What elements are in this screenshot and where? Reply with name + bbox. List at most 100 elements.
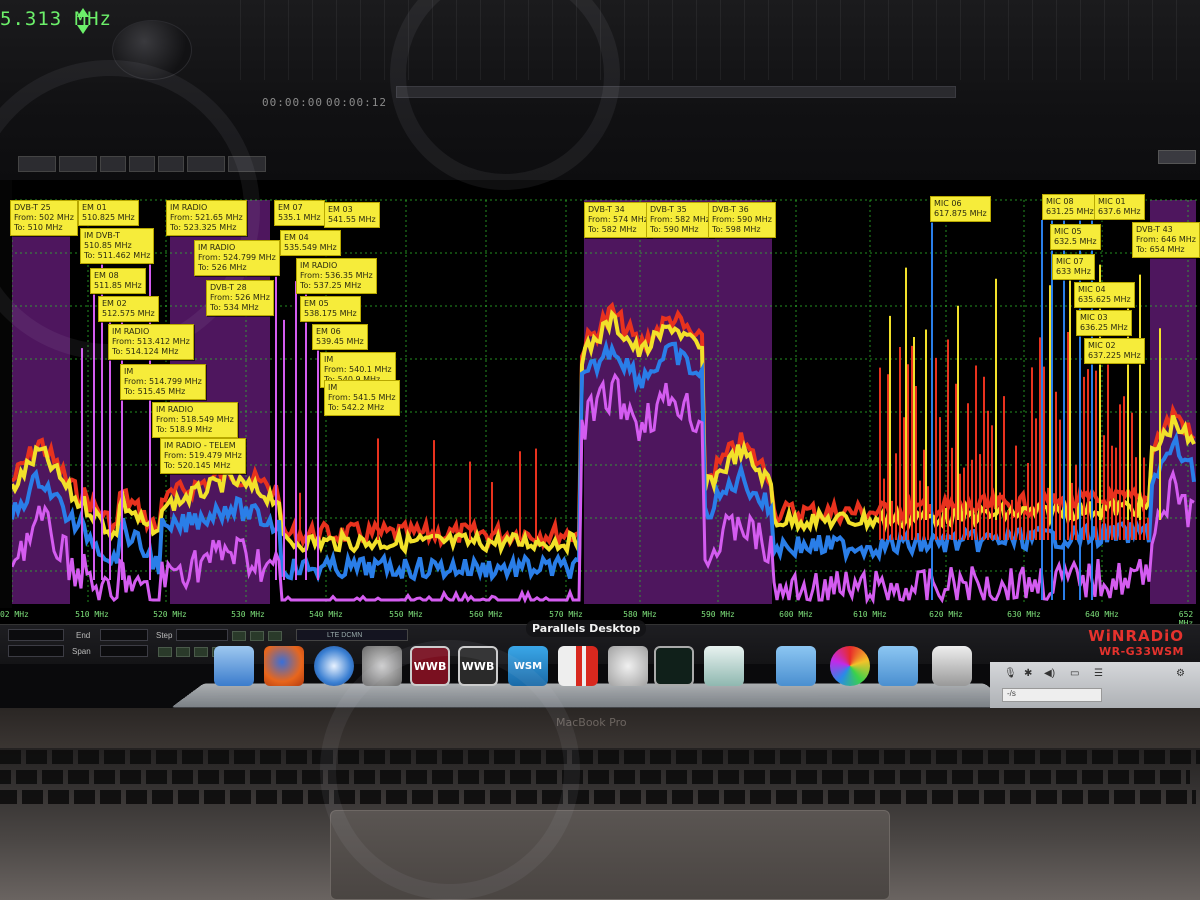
marker-text: 510.825 MHz <box>82 213 135 222</box>
marker-text: DVB-T 35 <box>650 205 687 214</box>
frequency-marker-label[interactable]: IM From: 514.799 MHz To: 515.45 MHz <box>120 364 206 400</box>
marker-text: 632.5 MHz <box>1054 237 1097 246</box>
hold-button[interactable] <box>194 647 208 657</box>
start-field[interactable] <box>8 629 64 641</box>
frequency-marker-label[interactable]: MIC 05 632.5 MHz <box>1050 224 1101 250</box>
lte-field[interactable]: LTE DCMN <box>296 629 408 641</box>
frequency-marker-label[interactable]: MIC 06 617.875 MHz <box>930 196 991 222</box>
frequency-marker-label[interactable]: EM 07 535.1 MHz <box>274 200 325 226</box>
step-field[interactable] <box>176 629 228 641</box>
frequency-readout[interactable]: 5.313 MHz <box>0 8 112 30</box>
volume-icon[interactable]: ◀) <box>1044 668 1055 679</box>
key-row <box>0 750 1200 764</box>
applications-folder-icon[interactable] <box>776 646 816 686</box>
frequency-marker-label[interactable]: IM DVB-T 510.85 MHz To: 511.462 MHz <box>80 228 155 264</box>
documents-folder-icon[interactable] <box>878 646 918 686</box>
firefox-icon[interactable] <box>264 646 304 686</box>
transport-button[interactable] <box>228 156 266 172</box>
battery-icon[interactable]: ▭ <box>1070 668 1079 679</box>
transport-button[interactable] <box>129 156 155 172</box>
marker-text: IM <box>328 383 338 392</box>
frequency-marker-label[interactable]: EM 05 538.175 MHz <box>300 296 361 322</box>
spectrum-tool-icon[interactable] <box>704 646 744 686</box>
axis-tick-label: 600 MHz <box>779 610 813 619</box>
parallels-desktop-icon[interactable] <box>558 646 598 686</box>
option-button[interactable] <box>268 631 282 641</box>
activity-monitor-icon[interactable] <box>654 646 694 686</box>
panel-toggle-button[interactable] <box>1158 150 1196 164</box>
frequency-marker-label[interactable]: DVB-T 25 From: 502 MHz To: 510 MHz <box>10 200 78 236</box>
play-button[interactable] <box>158 647 172 657</box>
menu-icon[interactable]: ☰ <box>1094 668 1103 679</box>
marker-text: From: 519.479 MHz <box>164 451 242 460</box>
marker-text: From: 590 MHz <box>712 215 772 224</box>
frequency-marker-label[interactable]: MIC 01 637.6 MHz <box>1094 194 1145 220</box>
frequency-marker-label[interactable]: DVB-T 28 From: 526 MHz To: 534 MHz <box>206 280 274 316</box>
frequency-marker-label[interactable]: MIC 07 633 MHz <box>1052 254 1095 280</box>
system-preferences-icon[interactable] <box>362 646 402 686</box>
frequency-marker-label[interactable]: DVB-T 43 From: 646 MHz To: 654 MHz <box>1132 222 1200 258</box>
frequency-marker-label[interactable]: MIC 04 635.625 MHz <box>1074 282 1135 308</box>
marker-text: To: 582 MHz <box>588 225 637 234</box>
bluetooth-icon[interactable]: ✱ <box>1024 668 1032 679</box>
tuning-knob[interactable] <box>112 20 192 80</box>
wwb-icon[interactable]: WWB <box>410 646 450 686</box>
frequency-stepper-icon[interactable] <box>76 6 90 36</box>
wwb6-icon[interactable]: WWB <box>458 646 498 686</box>
marker-text: IM RADIO <box>300 261 338 270</box>
axis-tick-label: 630 MHz <box>1007 610 1041 619</box>
marker-text: MIC 06 <box>934 199 962 208</box>
transport-button[interactable] <box>158 156 184 172</box>
trackpad <box>330 810 890 900</box>
frequency-marker-label[interactable]: IM RADIO From: 536.35 MHz To: 537.25 MHz <box>296 258 377 294</box>
frequency-marker-label[interactable]: MIC 02 637.225 MHz <box>1084 338 1145 364</box>
frequency-marker-label[interactable]: EM 08 511.85 MHz <box>90 268 146 294</box>
option-button[interactable] <box>232 631 246 641</box>
frequency-marker-label[interactable]: EM 06 539.45 MHz <box>312 324 368 350</box>
frequency-marker-label[interactable]: DVB-T 34 From: 574 MHz To: 582 MHz <box>584 202 652 238</box>
frequency-marker-label[interactable]: EM 04 535.549 MHz <box>280 230 341 256</box>
settings-icon[interactable]: ⚙ <box>1176 668 1185 679</box>
microphone-icon[interactable]: 🎙 <box>1004 668 1017 679</box>
frequency-marker-label[interactable]: IM RADIO - TELEM From: 519.479 MHz To: 520… <box>160 438 246 474</box>
frequency-marker-label[interactable]: MIC 03 636.25 MHz <box>1076 310 1132 336</box>
key-row <box>0 790 1196 804</box>
brand-model: WR-G33WSM <box>1098 645 1184 658</box>
end-label: End <box>76 631 91 640</box>
wsm-icon[interactable]: WSM <box>508 646 548 686</box>
transport-button[interactable] <box>18 156 56 172</box>
marker-text: To: 598 MHz <box>712 225 761 234</box>
frequency-marker-label[interactable]: EM 01 510.825 MHz <box>78 200 139 226</box>
transport-button[interactable] <box>187 156 225 172</box>
end-field[interactable] <box>100 629 148 641</box>
frequency-marker-label[interactable]: MIC 08 631.25 MHz <box>1042 194 1098 220</box>
frequency-marker-label[interactable]: DVB-T 36 From: 590 MHz To: 598 MHz <box>708 202 776 238</box>
marker-text: IM RADIO - TELEM <box>164 441 236 450</box>
marker-text: From: 518.549 MHz <box>156 415 234 424</box>
span-field[interactable] <box>100 645 148 657</box>
frequency-marker-label[interactable]: IM From: 541.5 MHz To: 542.2 MHz <box>324 380 400 416</box>
transport-button[interactable] <box>59 156 97 172</box>
frequency-marker-label[interactable]: IM RADIO From: 521.65 MHz To: 523.325 MHz <box>166 200 247 236</box>
frequency-marker-label[interactable]: EM 02 512.575 MHz <box>98 296 159 322</box>
marker-text: 636.25 MHz <box>1080 323 1128 332</box>
safari-icon[interactable] <box>314 646 354 686</box>
frequency-marker-label[interactable]: DVB-T 35 From: 582 MHz To: 590 MHz <box>646 202 714 238</box>
network-icon[interactable] <box>608 646 648 686</box>
search-field[interactable]: -/s <box>1002 688 1102 702</box>
frequency-marker-label[interactable]: IM RADIO From: 513.412 MHz To: 514.124 MHz <box>108 324 194 360</box>
frequency-marker-label[interactable]: EM 03 541.55 MHz <box>324 202 380 228</box>
option-button[interactable] <box>250 631 264 641</box>
transport-button[interactable] <box>100 156 126 172</box>
color-sync-icon[interactable] <box>830 646 870 686</box>
center-field[interactable] <box>8 645 64 657</box>
trash-icon[interactable] <box>932 646 972 686</box>
marker-text: IM <box>124 367 134 376</box>
frequency-marker-label[interactable]: IM RADIO From: 524.799 MHz To: 526 MHz <box>194 240 280 276</box>
stop-button[interactable] <box>176 647 190 657</box>
axis-tick-label: 590 MHz <box>701 610 735 619</box>
frequency-marker-label[interactable]: IM RADIO From: 518.549 MHz To: 518.9 MHz <box>152 402 238 438</box>
finder-icon[interactable] <box>214 646 254 686</box>
channel-band <box>1150 200 1196 604</box>
record-path-field[interactable] <box>396 86 956 98</box>
